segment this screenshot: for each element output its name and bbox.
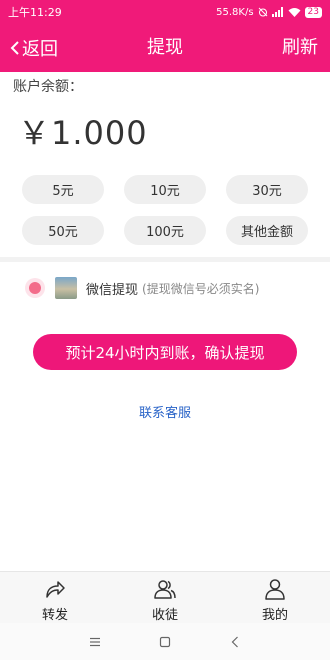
payment-method-wechat[interactable]: 微信提现 (提现微信号必须实名) bbox=[25, 277, 259, 299]
bottom-tab-bar: 转发 收徒 我的 bbox=[0, 571, 330, 623]
amount-option-10[interactable]: 10元 bbox=[124, 175, 206, 204]
back-button[interactable]: 返回 bbox=[10, 24, 58, 72]
amount-option-other[interactable]: 其他金额 bbox=[226, 216, 308, 245]
signal-icon bbox=[271, 7, 283, 17]
alarm-off-icon bbox=[258, 7, 267, 17]
home-button[interactable] bbox=[130, 636, 200, 648]
payment-method-label: 微信提现 bbox=[86, 282, 139, 298]
share-icon bbox=[46, 581, 65, 598]
tab-share[interactable]: 转发 bbox=[0, 572, 110, 623]
tab-share-label: 转发 bbox=[41, 608, 68, 623]
wechat-avatar-thumbnail bbox=[55, 277, 77, 299]
refresh-button[interactable]: 刷新 bbox=[282, 24, 318, 72]
radio-selected[interactable] bbox=[25, 278, 45, 298]
status-bar: 上午11:29 55.8K/s 23 bbox=[0, 0, 330, 24]
tab-mine[interactable]: 我的 bbox=[220, 572, 330, 623]
chevron-left-icon bbox=[231, 636, 238, 647]
back-label: 返回 bbox=[22, 39, 58, 60]
nav-bar: 提现 返回 刷新 bbox=[0, 24, 330, 72]
menu-button[interactable] bbox=[60, 637, 130, 647]
menu-icon bbox=[90, 637, 100, 646]
tab-mine-label: 我的 bbox=[261, 608, 288, 623]
people-icon bbox=[154, 580, 176, 599]
radio-dot bbox=[29, 282, 41, 294]
confirm-withdraw-button[interactable]: 预计24小时内到账，确认提现 bbox=[33, 334, 297, 370]
square-icon bbox=[159, 636, 171, 647]
battery-indicator: 23 bbox=[304, 6, 322, 18]
amount-option-50[interactable]: 50元 bbox=[22, 216, 104, 245]
balance-amount: ￥1.000 bbox=[18, 114, 148, 152]
tab-recruit[interactable]: 收徒 bbox=[110, 572, 220, 623]
amount-option-30[interactable]: 30元 bbox=[226, 175, 308, 204]
amount-options: 5元 10元 30元 50元 100元 其他金额 bbox=[22, 175, 308, 245]
chevron-left-icon bbox=[10, 41, 19, 55]
status-indicators: 55.8K/s 23 bbox=[216, 6, 322, 18]
user-icon bbox=[265, 579, 285, 600]
system-back-button[interactable] bbox=[200, 636, 270, 648]
amount-option-5[interactable]: 5元 bbox=[22, 175, 104, 204]
status-time: 上午11:29 bbox=[8, 6, 62, 19]
amount-option-100[interactable]: 100元 bbox=[124, 216, 206, 245]
contact-service-link[interactable]: 联系客服 bbox=[0, 402, 330, 421]
network-speed: 55.8K/s bbox=[216, 6, 254, 18]
section-divider bbox=[0, 257, 330, 262]
balance-label: 账户余额： bbox=[13, 79, 83, 95]
payment-method-note: (提现微信号必须实名) bbox=[142, 281, 260, 296]
system-nav-bar bbox=[0, 623, 330, 660]
tab-recruit-label: 收徒 bbox=[151, 608, 178, 623]
wifi-icon bbox=[288, 8, 301, 17]
